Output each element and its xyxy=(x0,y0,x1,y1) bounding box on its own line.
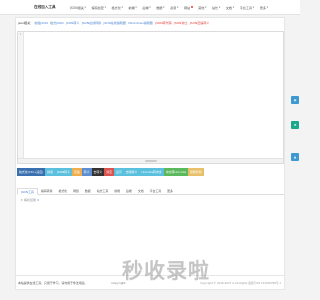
chevron-down-icon: ▼ xyxy=(204,5,207,9)
related-link[interactable]: JSON在线编辑器 xyxy=(104,21,126,25)
related-links-label: json相关： xyxy=(18,21,34,25)
action-button-bar: 格式化(Ctrl+适应) 校验 JSON转义 压缩 转义 去转义 清空 显示 去除转义 Unico… xyxy=(17,168,204,176)
chevron-down-icon: ▼ xyxy=(232,5,235,9)
editor-resize-handle[interactable] xyxy=(18,158,283,163)
site-logo[interactable]: 在线加入工具 xyxy=(34,5,70,10)
nav-item-label: 文档 xyxy=(225,5,233,10)
nav-item-label: 站长 xyxy=(211,5,219,10)
nav-item-label: 前端 xyxy=(128,5,135,10)
tool-tab[interactable]: 平台工具 xyxy=(147,187,165,194)
tool-tab[interactable]: 后端 xyxy=(123,187,135,194)
nav-item-label: JSON相关 xyxy=(70,5,84,10)
chevron-down-icon: ▼ xyxy=(252,5,255,9)
nav-item[interactable]: 后端 ▼ xyxy=(142,5,150,10)
nav-item[interactable]: 格式化 ▼ xyxy=(112,5,124,10)
related-link[interactable]: 格式JSON xyxy=(50,21,63,25)
chat-icon[interactable]: ◉ xyxy=(291,96,299,104)
nav-item[interactable]: JSON相关 ▼ xyxy=(70,5,86,10)
tool-tab[interactable]: 网络 xyxy=(70,187,82,194)
top-navbar: 在线加入工具 JSON相关 ▼ 编码加密 ▼ 格式化 ▼ 前端 ▼ 后端 ▼ 数据 ▼ 资源 ▼ 网站 其他 ▼… xyxy=(0,0,300,15)
nav-item-label: 平台工具 xyxy=(239,5,253,10)
nav-item-label: 后端 xyxy=(142,5,149,10)
chevron-down-icon: ▼ xyxy=(266,5,269,9)
nav-item[interactable]: 站长 ▼ xyxy=(212,5,220,10)
collapse-toggle-icon[interactable]: ▾ xyxy=(21,198,23,202)
related-link[interactable]: JSON对比 xyxy=(174,21,187,25)
tool-tab[interactable]: 文档 xyxy=(135,187,147,194)
line-number: 1 xyxy=(19,33,22,36)
related-link[interactable]: JSON转义 xyxy=(66,21,79,25)
top-icon[interactable]: ▲ xyxy=(291,153,299,161)
tool-tab[interactable]: 站长工具 xyxy=(94,187,112,194)
footer-icp[interactable]: Copyright © 2016-2023 In All Rights 备案号I… xyxy=(200,281,281,285)
nav-item[interactable]: 前端 ▼ xyxy=(129,5,137,10)
chevron-down-icon: ▼ xyxy=(135,5,137,9)
nav-item-label: 资源 xyxy=(170,5,177,10)
tool-tab[interactable]: 更多 xyxy=(164,187,176,194)
nav-item-label: 格式化 xyxy=(111,5,121,10)
related-link[interactable]: 校验JSON xyxy=(34,21,47,25)
action-button[interactable]: 清空 xyxy=(104,168,114,176)
nav-item[interactable]: 平台工具 ▼ xyxy=(240,5,255,10)
nav-item[interactable]: 更多 ▼ xyxy=(260,5,268,10)
action-button[interactable]: 复制代码 xyxy=(188,168,204,176)
footer-note: 本站提供在线工具，只用于学习，请勿用于非法用途。 xyxy=(18,281,88,285)
chevron-down-icon: ▼ xyxy=(121,5,124,9)
action-button[interactable]: 显示 xyxy=(113,168,124,176)
tool-tab[interactable]: 格式化 xyxy=(55,187,70,194)
tool-tab[interactable]: JSON工具 xyxy=(17,188,38,195)
action-button[interactable]: 压缩 xyxy=(71,168,82,176)
hot-badge-icon xyxy=(190,6,193,8)
json-input-editor[interactable]: 1 xyxy=(17,31,284,164)
watermark-text: 秒收录啦 xyxy=(122,259,210,283)
chevron-down-icon: ▼ xyxy=(149,5,151,9)
action-button[interactable]: 校验 xyxy=(45,168,56,176)
line-number-gutter: 1 xyxy=(18,32,24,163)
related-link[interactable]: JSON压缩转义 xyxy=(190,21,209,25)
related-link[interactable]: JSON在线转换 xyxy=(82,21,101,25)
nav-menu: JSON相关 ▼ 编码加密 ▼ 格式化 ▼ 前端 ▼ 后端 ▼ 数据 ▼ 资源 ▼ 网站 其他 ▼ 站长 ▼ 文档 ▼ 平… xyxy=(70,5,274,10)
action-button[interactable]: 转义 xyxy=(81,168,92,176)
nav-item[interactable]: 编码加密 ▼ xyxy=(92,5,107,10)
chevron-down-icon: ▼ xyxy=(176,5,179,9)
nav-item-label: 其他 xyxy=(198,5,205,10)
nav-item[interactable]: 数据 ▼ xyxy=(156,5,164,10)
action-button[interactable]: JSON转义 xyxy=(55,168,72,176)
related-link[interactable]: Markdown编辑器 xyxy=(128,21,153,25)
nav-item[interactable]: 网站 xyxy=(184,5,193,10)
tool-tabs: JSON工具 编码转换 格式化 网络 数据 站长工具 前端 后端 文档 平台工具 更多 xyxy=(17,186,284,195)
main-card: json相关： 校验JSON 格式JSON JSON转义 JSON在线转换 JSON在线… xyxy=(15,17,285,290)
nav-item-label: 数据 xyxy=(156,5,163,10)
related-links: json相关： 校验JSON 格式JSON JSON转义 JSON在线转换 JSON在线… xyxy=(18,20,212,26)
nav-item-label: 编码加密 xyxy=(91,5,104,10)
action-button[interactable]: Unicode转中文 xyxy=(139,168,164,176)
tree-root-label: 解析结果 xyxy=(24,198,37,202)
chevron-down-icon: ▼ xyxy=(104,5,107,9)
chevron-down-icon: ▼ xyxy=(163,5,165,9)
nav-item[interactable]: 资源 ▼ xyxy=(170,5,178,10)
chevron-down-icon: ▼ xyxy=(218,5,221,9)
share-icon[interactable]: ✚ xyxy=(291,121,299,129)
related-link[interactable]: JSON转代码 xyxy=(155,21,171,25)
nav-item[interactable]: 文档 ▼ xyxy=(226,5,234,10)
chevron-down-icon: ▼ xyxy=(84,5,87,9)
nav-item[interactable]: 其他 ▼ xyxy=(198,5,206,10)
nav-item-label: 更多 xyxy=(259,5,266,10)
tool-tab[interactable]: 编码转换 xyxy=(38,187,56,194)
tree-count: 0 xyxy=(37,198,40,202)
action-button[interactable]: 中文转Unicode xyxy=(163,168,189,176)
action-button[interactable]: 格式化(Ctrl+适应) xyxy=(17,168,46,176)
tool-tab[interactable]: 数据 xyxy=(82,187,94,194)
tool-tab[interactable]: 前端 xyxy=(111,187,123,194)
nav-item-label: 网站 xyxy=(183,5,191,10)
tree-root[interactable]: ▾ 解析结果 0 xyxy=(21,198,280,202)
action-button[interactable]: 去转义 xyxy=(91,168,105,176)
action-button[interactable]: 去除转义 xyxy=(123,168,140,176)
